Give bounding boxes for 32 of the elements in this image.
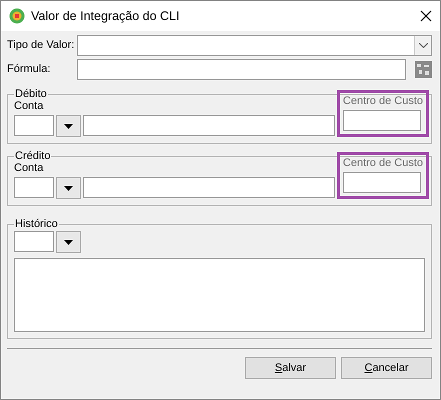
section-legend: Débito [14,88,48,100]
conta-dropdown-button[interactable] [56,115,81,137]
section-legend: Crédito [14,150,52,162]
formula-label: Fórmula: [7,63,52,75]
conta-name-field[interactable] [83,115,335,136]
dropdown-arrow-icon [64,240,73,244]
tipo-valor-combo[interactable] [77,34,432,56]
conta-label: Conta [14,100,44,114]
chevron-icon [418,42,428,48]
formula-editor-icon[interactable] [415,60,432,78]
conta-code-field[interactable] [14,177,54,198]
window-title: Valor de Integração do CLI [31,9,180,23]
centro-de-custo-field[interactable] [342,110,421,131]
dropdown-arrow-icon [64,186,73,190]
centro-de-custo-label: Centro de Custo [342,157,423,171]
dropdown-arrow-icon [64,124,73,128]
historico-legend: Histórico [14,218,59,230]
historico-text-area[interactable] [14,258,425,332]
historico-code-field[interactable] [14,231,54,252]
tipo-valor-label: Tipo de Valor: [7,39,76,51]
historico-dropdown-button[interactable] [56,231,81,253]
conta-dropdown-button[interactable] [56,177,81,199]
conta-code-field[interactable] [14,115,54,136]
app-icon [9,8,25,24]
conta-name-field[interactable] [83,177,335,198]
save-button[interactable]: Salvar [245,357,336,379]
centro-de-custo-field[interactable] [342,172,421,193]
formula-field[interactable] [77,58,406,80]
cancel-button[interactable]: Cancelar [341,357,432,379]
close-icon[interactable] [420,10,432,22]
conta-label: Conta [14,162,44,176]
centro-de-custo-label: Centro de Custo [342,95,423,109]
